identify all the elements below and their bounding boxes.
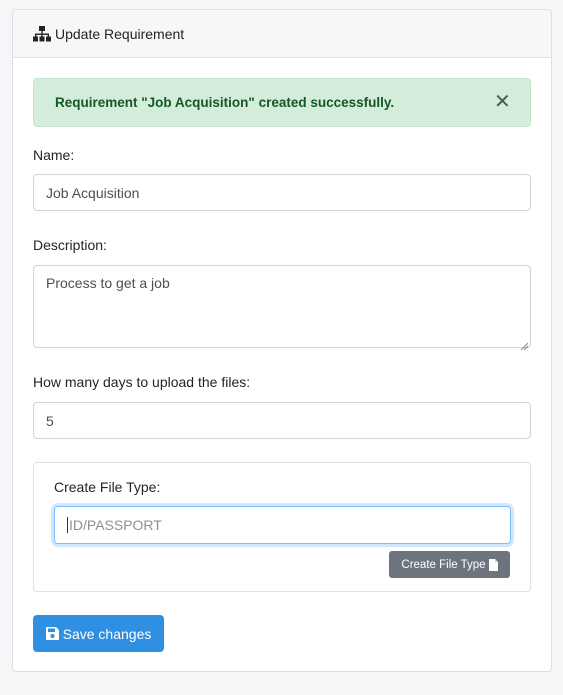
save-changes-label: Save changes <box>62 625 152 642</box>
floppy-disk-icon <box>45 627 59 640</box>
alert-message: Requirement "Job Acquisition" created su… <box>55 95 395 110</box>
file-type-input[interactable]: ID/PASSPORT <box>54 506 511 544</box>
file-icon <box>488 558 498 571</box>
resize-grip-icon[interactable] <box>520 337 529 351</box>
page-title: Update Requirement <box>55 25 185 42</box>
description-value: Process to get a job <box>46 275 170 291</box>
description-field[interactable]: Process to get a job <box>33 265 531 351</box>
file-type-placeholder: ID/PASSPORT <box>69 517 162 533</box>
success-alert: Requirement "Job Acquisition" created su… <box>33 78 531 127</box>
save-changes-button[interactable]: Save changes <box>33 615 164 652</box>
card-header: Update Requirement <box>13 10 551 58</box>
create-file-type-button[interactable]: Create File Type <box>389 551 510 578</box>
sitemap-icon <box>33 25 51 42</box>
create-file-type-panel: Create File Type: ID/PASSPORT Create Fil… <box>33 462 531 592</box>
days-field[interactable]: 5 <box>33 402 531 439</box>
days-value: 5 <box>46 412 54 429</box>
create-file-type-label: Create File Type <box>401 558 486 571</box>
update-requirement-card: Update Requirement Requirement "Job Acqu… <box>12 9 552 672</box>
name-label: Name: <box>33 147 75 163</box>
text-caret <box>67 517 68 533</box>
name-value: Job Acquisition <box>46 184 140 201</box>
description-label: Description: <box>33 237 107 253</box>
days-label: How many days to upload the files: <box>33 374 251 390</box>
close-icon[interactable]: ✕ <box>494 92 511 112</box>
name-field[interactable]: Job Acquisition <box>33 174 531 211</box>
file-type-label: Create File Type: <box>54 479 161 495</box>
